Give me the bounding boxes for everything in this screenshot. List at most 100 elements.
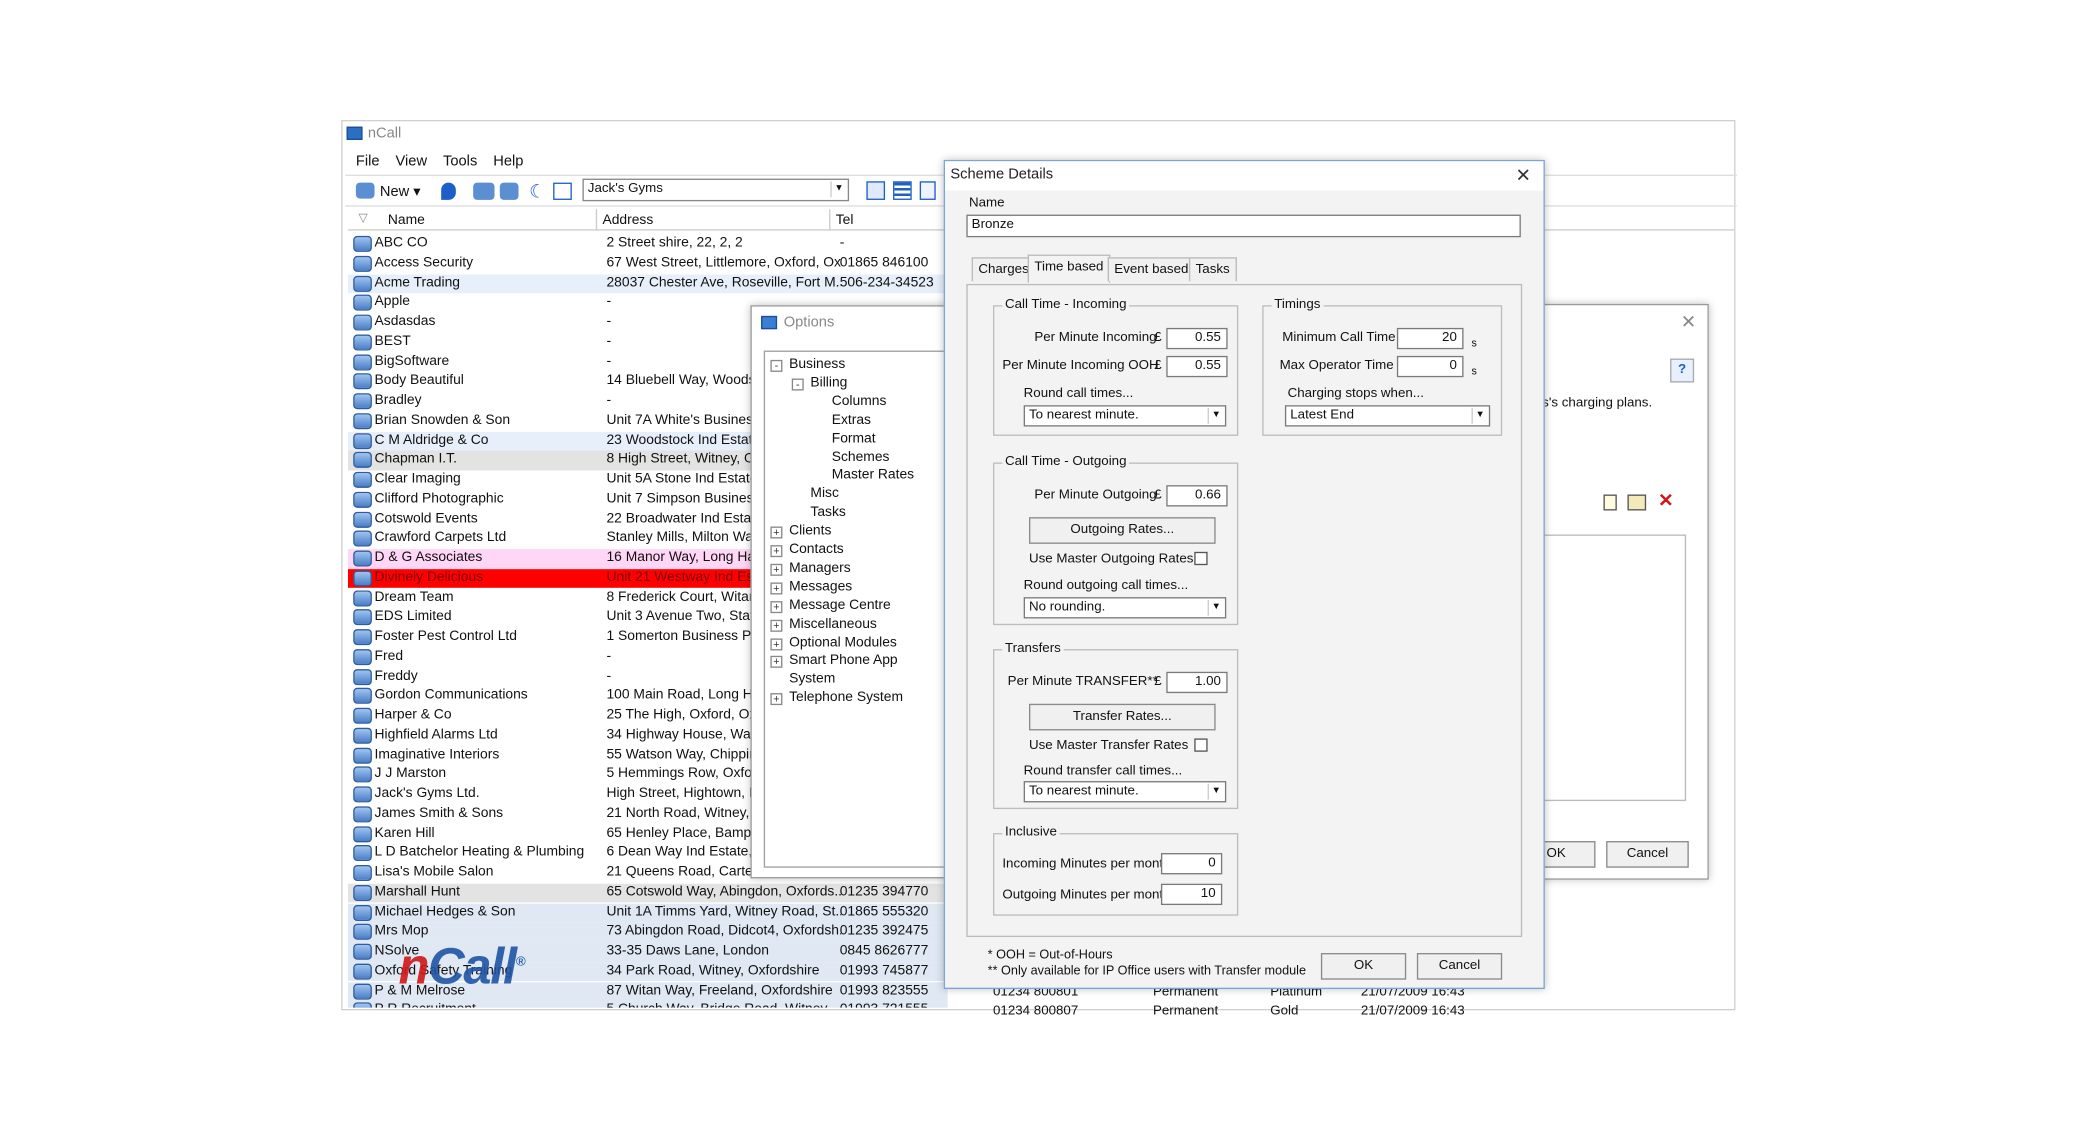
tab-charges[interactable]: Charges <box>971 257 1036 282</box>
expand-icon[interactable]: + <box>770 693 783 706</box>
per-minute-outgoing-input[interactable]: 0.66 <box>1166 485 1228 507</box>
account-select[interactable]: Jack's Gyms ▼ <box>582 178 850 202</box>
menu-file[interactable]: File <box>356 153 380 169</box>
incoming-minutes-input[interactable]: 0 <box>1160 853 1223 875</box>
max-operator-time-input[interactable]: 0 <box>1396 355 1464 378</box>
chevron-down-icon: ▼ <box>1207 599 1224 616</box>
row-name: Harper & Co <box>374 707 452 723</box>
name-input[interactable]: Bronze <box>966 214 1521 238</box>
round-outgoing-select[interactable]: No rounding. ▼ <box>1023 597 1227 619</box>
copy-icon[interactable] <box>1627 494 1647 511</box>
expand-icon[interactable]: + <box>770 563 783 576</box>
outgoing-rates-button[interactable]: Outgoing Rates... <box>1028 517 1216 544</box>
chevron-down-icon: ▼ <box>1471 407 1488 424</box>
tree-item-telephone-system[interactable]: Telephone System <box>789 691 903 706</box>
close-icon[interactable]: ✕ <box>1516 164 1532 187</box>
row-name: Divinely Delicious <box>374 570 484 585</box>
tab-event-based[interactable]: Event based <box>1107 257 1196 282</box>
delete-icon[interactable]: ✕ <box>1658 489 1674 512</box>
expand-icon[interactable]: + <box>770 637 783 650</box>
per-minute-incoming-input[interactable]: 0.55 <box>1166 327 1228 350</box>
new-button[interactable]: New ▾ <box>380 183 421 200</box>
col-name[interactable]: Name <box>388 213 425 228</box>
tree-item-business[interactable]: Business <box>789 357 845 372</box>
clipboard-icon[interactable] <box>919 181 936 200</box>
tree-item-master-rates[interactable]: Master Rates <box>832 468 914 483</box>
row-name: Dream Team <box>374 589 454 605</box>
billing-cancel-button[interactable]: Cancel <box>1606 841 1689 868</box>
round-call-times-select[interactable]: To nearest minute. ▼ <box>1023 405 1227 427</box>
tree-item-optional-modules[interactable]: Optional Modules <box>789 635 897 650</box>
tree-item-misc[interactable]: Misc <box>810 487 838 502</box>
transfer-icon[interactable] <box>553 182 572 200</box>
table-row[interactable]: Marshall Hunt 65 Cotswold Way, Abingdon, … <box>347 883 948 903</box>
table-row[interactable]: Michael Hedges & Son Unit 1A Timms Yard, … <box>347 903 948 923</box>
tree-item-system[interactable]: System <box>789 672 835 687</box>
menu-tools[interactable]: Tools <box>443 153 477 169</box>
charging-stops-select[interactable]: Latest End ▼ <box>1284 405 1491 427</box>
row-tel: 01865 555320 <box>839 904 929 920</box>
ok-button[interactable]: OK <box>1320 953 1407 980</box>
menu-view[interactable]: View <box>396 153 428 169</box>
use-master-transfer-checkbox[interactable] <box>1194 738 1208 752</box>
list-icon[interactable] <box>893 181 912 200</box>
marker-icon[interactable] <box>441 182 456 200</box>
tree-item-messages[interactable]: Messages <box>789 580 852 595</box>
tree-item-miscellaneous[interactable]: Miscellaneous <box>789 617 877 632</box>
add-icon[interactable] <box>1603 494 1617 511</box>
tree-item-format[interactable]: Format <box>832 431 876 446</box>
tab-tasks[interactable]: Tasks <box>1188 257 1237 282</box>
tree-item-managers[interactable]: Managers <box>789 561 851 576</box>
outgoing-minutes-input[interactable]: 10 <box>1160 883 1223 906</box>
table-row[interactable]: Acme Trading 28037 Chester Ave, Roseville… <box>347 273 948 294</box>
tree-item-clients[interactable]: Clients <box>789 524 831 539</box>
expand-icon[interactable]: + <box>770 526 783 539</box>
tree-item-message-centre[interactable]: Message Centre <box>789 598 891 613</box>
scheme-title: Scheme Details <box>950 166 1054 183</box>
round-transfer-select[interactable]: To nearest minute. ▼ <box>1023 781 1227 803</box>
transfer-rates-button[interactable]: Transfer Rates... <box>1028 703 1216 731</box>
table-row[interactable]: P R Recruitment 5 Church Way, Bridge Road… <box>347 1001 948 1008</box>
collapse-icon[interactable]: - <box>791 378 804 391</box>
contact-icon <box>353 865 372 882</box>
outgoing-legend: Call Time - Outgoing <box>1002 454 1130 470</box>
table-row[interactable]: ABC CO 2 Street shire, 22, 2, 2 - <box>348 235 948 255</box>
tree-item-smart-phone-app[interactable]: Smart Phone App <box>789 654 898 669</box>
tab-time-based[interactable]: Time based <box>1027 254 1111 283</box>
use-master-outgoing-checkbox[interactable] <box>1194 551 1208 566</box>
col-tel[interactable]: Tel <box>836 213 854 228</box>
row-address: 67 West Street, Littlemore, Oxford, Ox..… <box>606 255 842 271</box>
tree-item-columns[interactable]: Columns <box>832 394 887 409</box>
round-transfer-value: To nearest minute. <box>1028 783 1139 799</box>
expand-icon[interactable]: + <box>770 619 783 632</box>
row-name: Bradley <box>374 393 422 408</box>
tree-item-extras[interactable]: Extras <box>832 413 871 428</box>
tree-item-billing[interactable]: Billing <box>810 376 847 391</box>
close-icon[interactable]: ✕ <box>1681 311 1697 334</box>
help-icon[interactable]: ? <box>1670 358 1695 383</box>
expand-icon[interactable]: + <box>770 545 783 558</box>
col-address[interactable]: Address <box>602 213 653 228</box>
collapse-icon[interactable]: - <box>770 359 783 372</box>
phone-icon[interactable]: ☾ <box>529 180 546 203</box>
per-minute-ooh-input[interactable]: 0.55 <box>1166 355 1228 378</box>
min-call-time-input[interactable]: 20 <box>1396 327 1464 350</box>
cancel-button[interactable]: Cancel <box>1416 953 1503 980</box>
expand-icon[interactable]: + <box>770 600 783 613</box>
contact-icon <box>353 235 372 252</box>
expand-icon[interactable]: + <box>770 582 783 595</box>
per-minute-transfer-input[interactable]: 1.00 <box>1166 671 1228 694</box>
tree-item-tasks[interactable]: Tasks <box>810 505 845 520</box>
min-call-time-label: Minimum Call Time <box>1282 330 1396 346</box>
menu-help[interactable]: Help <box>493 153 523 169</box>
tree-item-schemes[interactable]: Schemes <box>832 450 890 465</box>
table-row[interactable]: Access Security 67 West Street, Littlemor… <box>348 254 948 274</box>
alert-icon[interactable] <box>866 181 886 200</box>
row-name: Acme Trading <box>374 275 460 290</box>
row-tel: 01993 721555 <box>840 1003 929 1008</box>
expand-icon[interactable]: + <box>770 656 783 669</box>
tree-item-contacts[interactable]: Contacts <box>789 542 844 557</box>
row-tel: - <box>839 235 845 251</box>
users-icon[interactable] <box>473 182 495 200</box>
user-icon[interactable] <box>499 182 519 200</box>
